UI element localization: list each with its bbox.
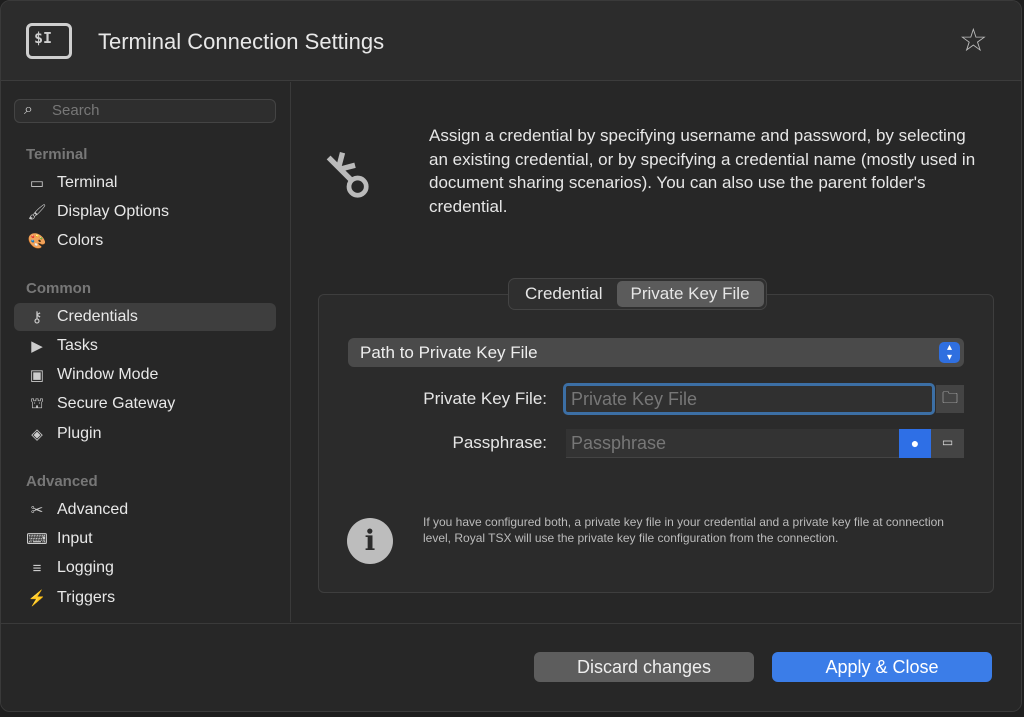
trigger-icon: ⚡ xyxy=(27,590,47,607)
sidebar-item-label: Colors xyxy=(57,232,104,249)
search-field[interactable]: ⌕ xyxy=(14,99,276,123)
sidebar-item-advanced[interactable]: ✂ Advanced xyxy=(14,496,276,524)
sidebar-item-input[interactable]: ⌨ Input xyxy=(14,525,276,553)
palette-icon: 🎨 xyxy=(27,233,47,250)
gateway-icon: ⛫ xyxy=(30,394,44,412)
discard-changes-button[interactable]: Discard changes xyxy=(534,652,754,682)
terminal-icon: ▭ xyxy=(29,175,45,192)
key-icon: ⚷ xyxy=(303,132,388,217)
sidebar-item-label: Tasks xyxy=(57,337,98,354)
tools-icon: ✂ xyxy=(30,502,44,519)
sidebar-item-label: Credentials xyxy=(57,308,138,325)
description: Assign a credential by specifying userna… xyxy=(429,126,976,216)
brush-icon: 🖌 xyxy=(27,204,47,221)
sidebar-item-plugin[interactable]: ◈ Plugin xyxy=(14,420,276,448)
sidebar-item-label: Advanced xyxy=(57,501,129,518)
info-note: If you have configured both, a private k… xyxy=(423,515,944,545)
password-options-icon[interactable]: ▭ xyxy=(931,429,964,458)
sidebar-item-triggers[interactable]: ⚡ Triggers xyxy=(14,584,276,612)
settings-window: $I Terminal Connection Settings ☆ ⌕ Term… xyxy=(0,0,1022,712)
tab-credential[interactable]: Credential xyxy=(511,281,617,307)
sidebar: ⌕ Terminal ▭ Terminal 🖌 Display Options 🎨 C… xyxy=(1,82,291,622)
sidebar-item-label: Input xyxy=(57,530,93,547)
sidebar-item-label: Plugin xyxy=(57,425,102,442)
tasks-icon: ▶ xyxy=(31,338,43,355)
chevron-updown-icon: ▴ ▾ xyxy=(939,342,960,363)
sidebar-item-terminal[interactable]: ▭ Terminal xyxy=(14,169,276,197)
sidebar-item-tasks[interactable]: ▶ Tasks xyxy=(14,332,276,360)
tab-control: Credential Private Key File xyxy=(508,278,767,310)
sidebar-item-display-options[interactable]: 🖌 Display Options xyxy=(14,198,276,226)
mode-select-value: Path to Private Key File xyxy=(360,343,538,362)
main-panel: ⚷ Assign a credential by specifying user… xyxy=(292,82,1021,622)
log-icon: ≡ xyxy=(32,559,42,577)
passphrase-field[interactable] xyxy=(566,429,899,458)
search-icon: ⌕ xyxy=(24,101,33,118)
private-key-label: Private Key File: xyxy=(423,389,547,408)
sidebar-item-label: Logging xyxy=(57,559,114,576)
header: $I Terminal Connection Settings ☆ xyxy=(1,1,1021,81)
sidebar-item-colors[interactable]: 🎨 Colors xyxy=(14,227,276,255)
window-title: Terminal Connection Settings xyxy=(98,29,385,54)
show-password-toggle-icon[interactable]: ● xyxy=(899,429,931,458)
passphrase-label: Passphrase: xyxy=(452,433,548,452)
keyboard-icon: ⌨ xyxy=(26,531,48,548)
private-key-field[interactable] xyxy=(563,383,935,415)
private-key-input[interactable] xyxy=(566,386,932,412)
sidebar-item-credentials[interactable]: ⚷ Credentials xyxy=(14,303,276,331)
tab-private-key-file[interactable]: Private Key File xyxy=(616,281,764,307)
sidebar-item-label: Terminal xyxy=(57,174,118,191)
star-icon[interactable]: ☆ xyxy=(959,21,988,59)
sidebar-item-window-mode[interactable]: ▣ Window Mode xyxy=(14,361,276,389)
window-icon: ▣ xyxy=(29,367,45,384)
search-input[interactable] xyxy=(52,102,262,119)
section-terminal: Terminal xyxy=(26,146,88,163)
plugin-icon: ◈ xyxy=(31,426,43,443)
section-common: Common xyxy=(26,280,91,297)
apply-close-button[interactable]: Apply & Close xyxy=(772,652,992,682)
footer: Discard changes Apply & Close xyxy=(1,623,1021,711)
folder-icon[interactable]: 🗀 xyxy=(936,385,964,413)
section-advanced: Advanced xyxy=(26,473,98,490)
sidebar-item-secure-gateway[interactable]: ⛫ Secure Gateway xyxy=(14,390,276,418)
sidebar-item-logging[interactable]: ≡ Logging xyxy=(14,554,276,582)
sidebar-item-label: Window Mode xyxy=(57,366,159,383)
terminal-app-icon: $I xyxy=(26,23,72,59)
mode-select[interactable]: Path to Private Key File ▴ ▾ xyxy=(348,338,964,367)
info-icon: i xyxy=(347,518,393,564)
sidebar-item-label: Secure Gateway xyxy=(57,395,176,412)
passphrase-input[interactable] xyxy=(566,429,899,457)
sidebar-item-label: Display Options xyxy=(57,203,170,220)
sidebar-item-label: Triggers xyxy=(57,589,116,606)
key-icon: ⚷ xyxy=(31,309,43,326)
